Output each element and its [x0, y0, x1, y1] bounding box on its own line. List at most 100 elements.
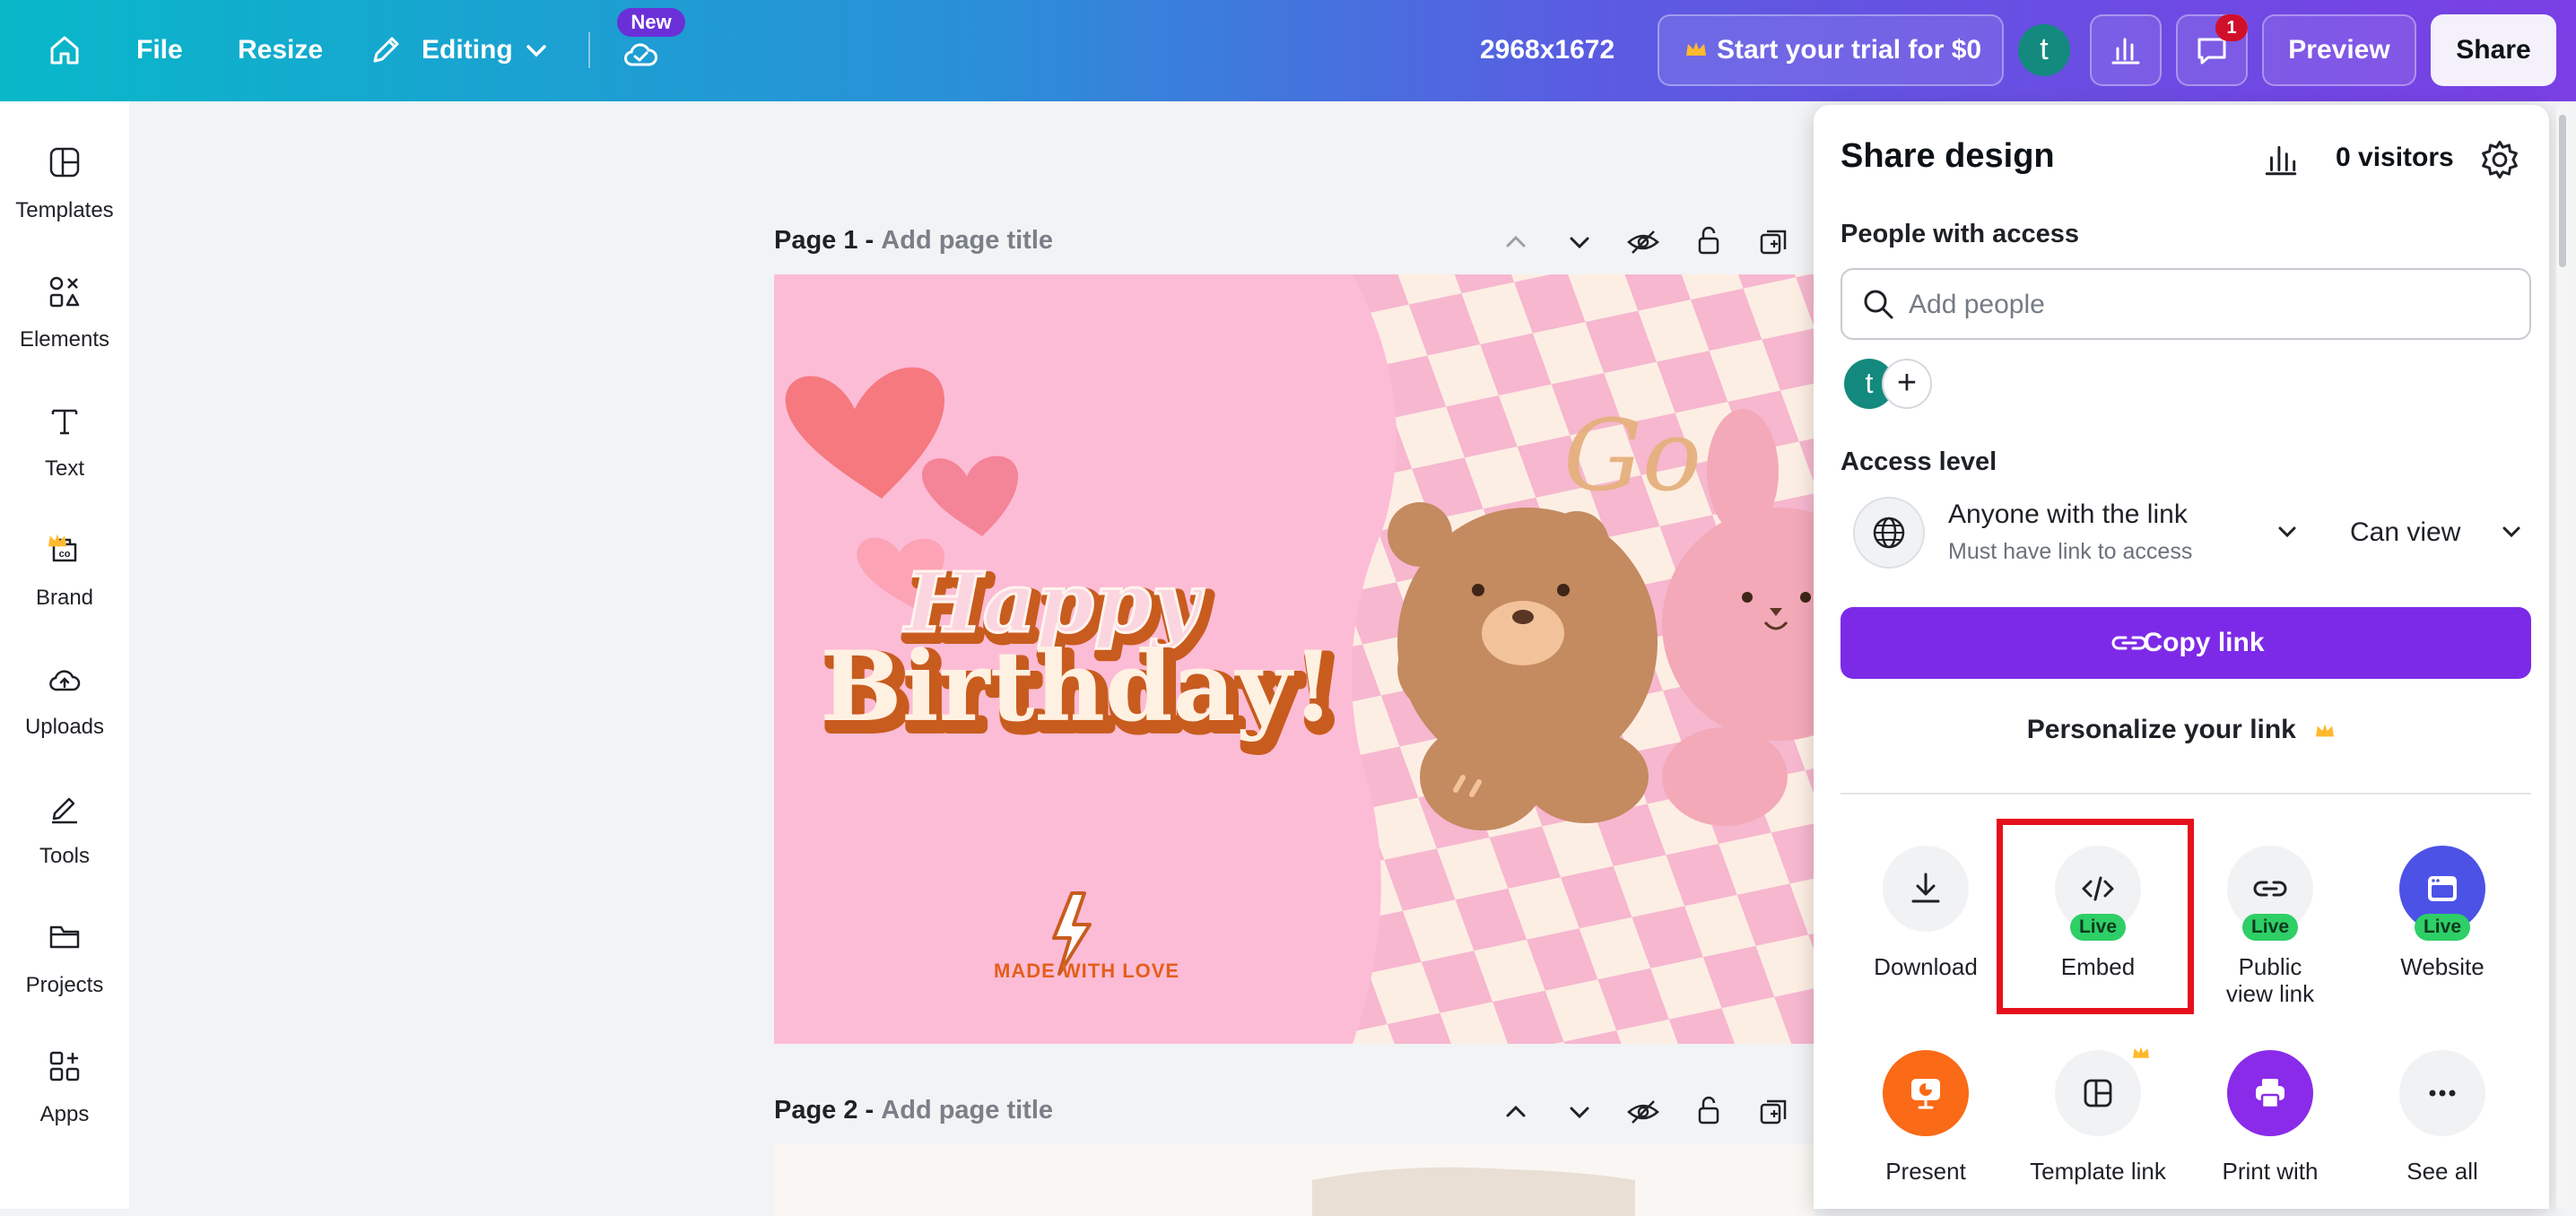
- globe-icon-container: [1853, 497, 1925, 569]
- live-badge: Live: [2415, 914, 2470, 941]
- template-link-circle: [2055, 1050, 2141, 1136]
- file-menu[interactable]: File: [136, 32, 183, 68]
- panel-divider: [1841, 793, 2531, 795]
- option-label: Print with: [2222, 1158, 2319, 1185]
- sidebar-item-templates[interactable]: Templates: [0, 144, 129, 243]
- sidebar-item-text[interactable]: Text: [0, 403, 129, 501]
- download-icon: [1911, 873, 1940, 903]
- copy-link-label: Copy link: [2143, 628, 2265, 657]
- sidebar-label: Templates: [15, 198, 114, 222]
- panel-scroll-thumb[interactable]: [2559, 115, 2566, 267]
- editing-mode-button[interactable]: Editing: [422, 32, 513, 68]
- sidebar-item-tools[interactable]: Tools: [0, 790, 129, 889]
- page-title-placeholder[interactable]: Add page title: [881, 226, 1053, 255]
- live-badge: Live: [2242, 914, 2298, 941]
- add-people-field[interactable]: [1841, 268, 2531, 340]
- top-toolbar: File Resize Editing New 2968x1672 Start …: [0, 0, 2576, 101]
- sidebar-item-apps[interactable]: Apps: [0, 1048, 129, 1147]
- chevron-down-icon[interactable]: [2269, 514, 2305, 550]
- page-2-title[interactable]: Page 2 - Add page title: [774, 1096, 1053, 1125]
- crown-icon: [1686, 42, 1706, 56]
- share-button[interactable]: Share: [2431, 14, 2556, 86]
- text-icon: [51, 409, 78, 435]
- new-badge: New: [617, 8, 685, 37]
- embed-highlight-box: [1997, 819, 2194, 1014]
- svg-text:co: co: [59, 549, 71, 560]
- add-person-button[interactable]: +: [1882, 359, 1932, 409]
- option-label: Template link: [2030, 1158, 2166, 1185]
- resize-menu[interactable]: Resize: [238, 32, 323, 68]
- sidebar-item-brand[interactable]: co Brand: [0, 532, 129, 630]
- templates-icon: [49, 147, 80, 178]
- link-icon: [2253, 881, 2287, 897]
- crown-icon: [48, 534, 66, 547]
- duplicate-page-icon[interactable]: [1756, 1094, 1792, 1130]
- move-page-up-icon[interactable]: [1498, 1094, 1534, 1130]
- sidebar-label: Projects: [25, 973, 104, 997]
- access-option[interactable]: Anyone with the link: [1948, 499, 2188, 530]
- insights-button[interactable]: [2090, 14, 2162, 86]
- permission-dropdown[interactable]: Can view: [2350, 517, 2460, 548]
- hide-page-icon[interactable]: [1625, 1094, 1661, 1130]
- move-page-down-icon[interactable]: [1562, 224, 1597, 260]
- cloud-saved-icon[interactable]: [622, 36, 658, 72]
- share-panel-title: Share design: [1841, 137, 2055, 175]
- sidebar-item-projects[interactable]: Projects: [0, 919, 129, 1018]
- sidebar-label: Brand: [35, 586, 94, 610]
- insights-icon[interactable]: [2262, 141, 2300, 178]
- design-dimensions: 2968x1672: [1480, 35, 1615, 65]
- toolbar-divider: [588, 32, 590, 68]
- lock-page-icon[interactable]: [1691, 222, 1727, 258]
- globe-icon: [1873, 517, 1905, 549]
- lock-page-icon[interactable]: [1691, 1092, 1727, 1128]
- design-page-2[interactable]: [774, 1144, 1815, 1216]
- personalize-label: Personalize your link: [2026, 715, 2296, 744]
- gear-icon[interactable]: [2479, 139, 2520, 180]
- copy-link-button[interactable]: Copy link: [1841, 607, 2531, 679]
- add-people-input[interactable]: [1907, 282, 2502, 327]
- search-icon: [1864, 290, 1893, 319]
- people-with-access-label: People with access: [1841, 220, 2079, 248]
- print-circle: [2227, 1050, 2313, 1136]
- sidebar-item-elements[interactable]: Elements: [0, 274, 129, 372]
- access-level-label: Access level: [1841, 447, 1997, 476]
- more-icon: [2429, 1090, 2456, 1097]
- chevron-down-icon[interactable]: [2493, 514, 2529, 550]
- notification-badge: 1: [2215, 14, 2248, 41]
- crown-icon: [2133, 1047, 2149, 1058]
- move-page-down-icon[interactable]: [1562, 1094, 1597, 1130]
- sidebar-label: Tools: [39, 844, 91, 868]
- sidebar-label: Elements: [19, 327, 110, 352]
- visitors-count[interactable]: 0 visitors: [2336, 143, 2454, 173]
- chevron-down-icon[interactable]: [518, 32, 554, 68]
- sidebar-item-uploads[interactable]: Uploads: [0, 661, 129, 760]
- preview-button[interactable]: Preview: [2262, 14, 2416, 86]
- panel-scrollbar[interactable]: [2556, 105, 2569, 1209]
- birthday-text-main: Birthday!: [820, 630, 1334, 743]
- page-number: Page 2 -: [774, 1096, 875, 1125]
- option-label: Website: [2400, 953, 2485, 980]
- start-trial-button[interactable]: Start your trial for $0: [1658, 14, 2004, 86]
- download-circle: [1883, 846, 1969, 932]
- page-title-placeholder[interactable]: Add page title: [881, 1096, 1053, 1125]
- present-circle: [1883, 1050, 1969, 1136]
- present-icon: [1911, 1079, 1940, 1109]
- page-1-title[interactable]: Page 1 - Add page title: [774, 226, 1053, 256]
- bar-chart-icon: [2111, 38, 2140, 65]
- elements-icon: [49, 276, 80, 308]
- move-page-up-icon[interactable]: [1498, 224, 1534, 260]
- duplicate-page-icon[interactable]: [1756, 224, 1792, 260]
- option-label: Download: [1874, 953, 1978, 980]
- hide-page-icon[interactable]: [1625, 224, 1661, 260]
- user-avatar[interactable]: t: [2018, 24, 2070, 76]
- tools-icon: [52, 797, 77, 824]
- option-label: Public view link: [2225, 953, 2315, 1007]
- home-icon[interactable]: [47, 32, 83, 68]
- design-page-1[interactable]: Happy Happy Birthday! Birthday! Go~: [774, 274, 1815, 1044]
- personalize-link[interactable]: Personalize your link: [1814, 715, 2549, 745]
- pencil-icon: [373, 37, 399, 63]
- page-2-artwork: [1312, 1167, 1635, 1216]
- crown-icon: [2316, 724, 2335, 737]
- website-icon: [2428, 876, 2457, 901]
- sidebar-label: Apps: [39, 1102, 90, 1126]
